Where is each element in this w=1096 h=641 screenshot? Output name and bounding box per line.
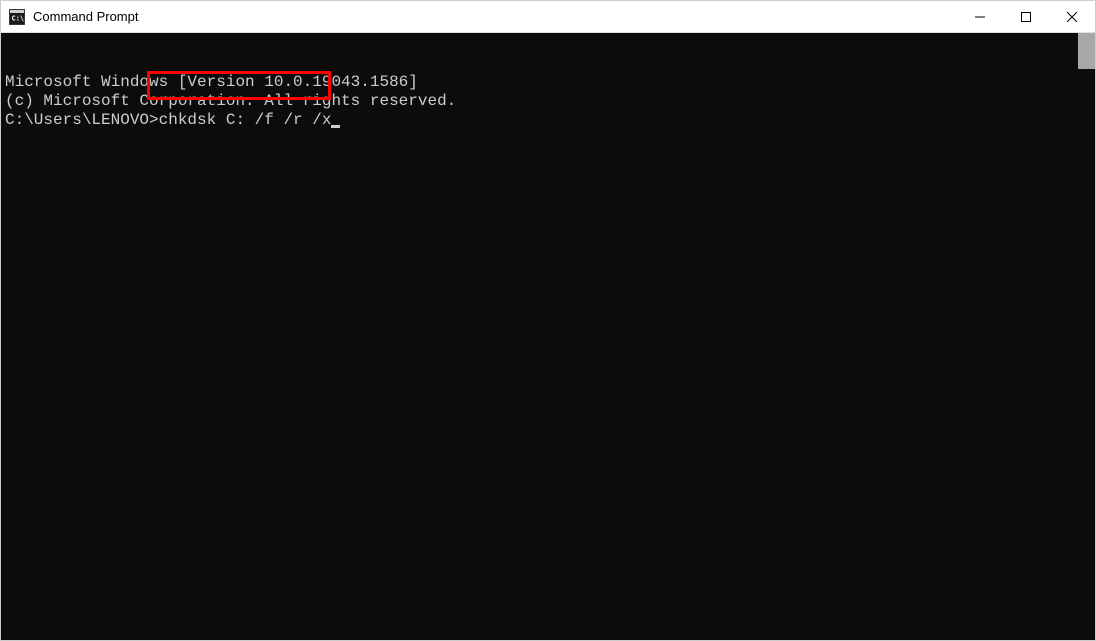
terminal-command: chkdsk C: /f /r /x bbox=[159, 111, 332, 129]
maximize-button[interactable] bbox=[1003, 1, 1049, 32]
terminal-cursor bbox=[331, 125, 340, 128]
terminal-area: Microsoft Windows [Version 10.0.19043.15… bbox=[1, 33, 1095, 640]
scrollbar-thumb[interactable] bbox=[1078, 33, 1095, 69]
cmd-icon: C:\ bbox=[9, 9, 25, 25]
close-button[interactable] bbox=[1049, 1, 1095, 32]
close-icon bbox=[1067, 12, 1077, 22]
terminal-output-line: (c) Microsoft Corporation. All rights re… bbox=[5, 92, 1078, 111]
minimize-button[interactable] bbox=[957, 1, 1003, 32]
terminal-output-line: Microsoft Windows [Version 10.0.19043.15… bbox=[5, 73, 1078, 92]
svg-text:C:\: C:\ bbox=[12, 14, 25, 22]
command-prompt-window: C:\ Command Prompt bbox=[0, 0, 1096, 641]
terminal[interactable]: Microsoft Windows [Version 10.0.19043.15… bbox=[1, 33, 1078, 640]
terminal-prompt-line: C:\Users\LENOVO>chkdsk C: /f /r /x bbox=[5, 111, 1078, 130]
vertical-scrollbar[interactable] bbox=[1078, 33, 1095, 640]
maximize-icon bbox=[1021, 12, 1031, 22]
terminal-prompt: C:\Users\LENOVO> bbox=[5, 111, 159, 129]
window-title: Command Prompt bbox=[33, 9, 957, 24]
window-controls bbox=[957, 1, 1095, 32]
minimize-icon bbox=[975, 12, 985, 22]
titlebar[interactable]: C:\ Command Prompt bbox=[1, 1, 1095, 33]
